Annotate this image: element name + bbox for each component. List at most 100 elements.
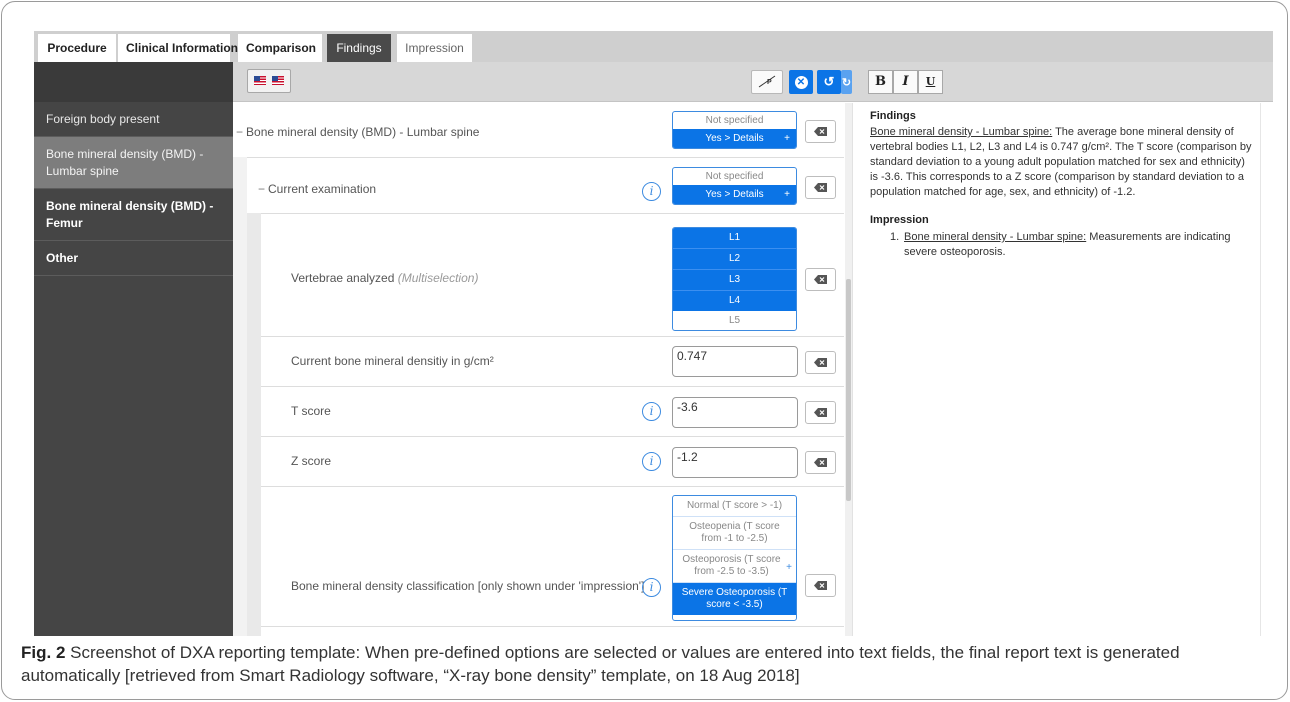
impression-list-item: 1. Bone mineral density - Lumbar spine: … [870,230,1255,260]
redo-icon: ↻ [841,76,852,89]
tab-bar: Procedure Clinical Information Compariso… [34,31,1273,62]
tab-comparison[interactable]: Comparison [238,34,322,62]
tab-findings[interactable]: Findings [327,34,391,62]
yes-no-select[interactable]: Not specified Yes > Details + [672,167,797,205]
clear-button[interactable] [805,574,836,597]
underline-button[interactable]: U [918,70,943,94]
sidebar: Foreign body present Bone mineral densit… [34,62,233,636]
us-flag-icon [272,76,284,85]
bold-button[interactable]: B [868,70,893,94]
editor-toolbar: B I U [852,62,1273,102]
impression-heading: Impression [870,214,929,226]
figure-caption: Fig. 2 Screenshot of DXA reporting templ… [21,641,1271,687]
tab-clinical-information[interactable]: Clinical Information [118,34,238,62]
undo-button[interactable]: ↺ [817,70,841,94]
collapse-icon[interactable]: − [258,182,265,196]
report-editor[interactable]: Findings Bone mineral density - Lumbar s… [852,103,1273,636]
sidebar-header [34,62,233,102]
row-label: Z score [291,454,332,468]
signature-button[interactable]: P [751,70,783,94]
sidebar-item-bmd-femur[interactable]: Bone mineral density (BMD) - Femur [34,189,233,241]
sidebar-item-other[interactable]: Other [34,241,233,276]
form-scrollbar-thumb[interactable] [846,279,851,501]
cancel-icon: ✕ [794,75,808,89]
language-toggle-button[interactable] [247,69,291,93]
clear-icon [814,408,827,417]
row-label: Bone mineral density classification [onl… [291,579,645,593]
clear-button[interactable] [805,176,836,199]
impression-number: 1. [890,231,900,243]
option-l3[interactable]: L3 [673,270,796,291]
row-z-score: Z score [291,454,331,468]
info-icon[interactable]: i [642,578,661,597]
option-yes-details[interactable]: Yes > Details + [673,129,796,148]
us-flag-icon [254,76,266,85]
option-osteoporosis[interactable]: Osteoporosis (T score from -2.5 to -3.5)… [673,550,796,583]
option-l1[interactable]: L1 [673,228,796,249]
option-not-specified[interactable]: Not specified [673,112,796,129]
clear-button[interactable] [805,120,836,143]
option-label: Yes > Details [705,189,764,200]
row-label: Bone mineral density (BMD) - Lumbar spin… [246,125,480,139]
row-note: (Multiselection) [397,271,479,285]
option-yes-details[interactable]: Yes > Details + [673,185,796,204]
impression-link: Bone mineral density - Lumbar spine: [904,231,1087,243]
clear-icon [814,127,827,136]
option-l2[interactable]: L2 [673,249,796,270]
findings-heading: Findings [870,110,916,122]
findings-paragraph: Bone mineral density - Lumbar spine: The… [870,125,1255,200]
option-osteopenia[interactable]: Osteopenia (T score from -1 to -2.5) [673,517,796,550]
cancel-button[interactable]: ✕ [789,70,813,94]
caption-text: Screenshot of DXA reporting template: Wh… [21,643,1180,685]
row-label: Vertebrae analyzed [291,271,395,285]
findings-link: Bone mineral density - Lumbar spine: [870,126,1053,138]
classification-select[interactable]: Normal (T score > -1) Osteopenia (T scor… [672,495,797,621]
form-toolbar: P ✕ ↺ ↻ [233,62,852,102]
t-score-input[interactable]: -3.6 [672,397,798,428]
info-icon[interactable]: i [642,182,661,201]
undo-icon: ↺ [823,74,835,89]
svg-text:P: P [767,79,772,86]
figure-frame: Procedure Clinical Information Compariso… [1,1,1288,700]
indent-strip [247,213,261,636]
tab-procedure[interactable]: Procedure [38,34,116,62]
clear-button[interactable] [805,268,836,291]
clear-icon [814,275,827,284]
row-t-score: T score [291,404,331,418]
option-l5[interactable]: L5 [673,311,796,330]
row-current-examination: − Current examination [258,182,376,196]
option-normal[interactable]: Normal (T score > -1) [673,496,796,517]
plus-icon: + [784,133,790,144]
row-label: T score [291,404,331,418]
redo-button[interactable]: ↻ [841,70,852,94]
vertebrae-multiselect[interactable]: L1 L2 L3 L4 L5 [672,227,797,331]
z-score-input[interactable]: -1.2 [672,447,798,478]
bmd-input[interactable]: 0.747 [672,346,798,377]
row-label: Current examination [268,182,377,196]
option-not-specified[interactable]: Not specified [673,168,796,185]
yes-no-select[interactable]: Not specified Yes > Details + [672,111,797,149]
app-screenshot: Procedure Clinical Information Compariso… [34,31,1273,636]
clear-icon [814,183,827,192]
option-label: Osteoporosis (T score from -2.5 to -3.5) [682,554,781,577]
option-l4[interactable]: L4 [673,291,796,311]
findings-form: − Bone mineral density (BMD) - Lumbar sp… [233,103,844,636]
editor-scrollbar[interactable] [1260,103,1273,636]
clear-button[interactable] [805,451,836,474]
plus-icon: + [786,562,792,573]
italic-button[interactable]: I [893,70,918,94]
indent-strip [233,157,247,636]
row-current-bmd: Current bone mineral densitiy in g/cm² [291,354,494,368]
signature-icon: P [758,75,776,88]
tab-impression[interactable]: Impression [397,34,472,62]
clear-icon [814,581,827,590]
info-icon[interactable]: i [642,452,661,471]
option-severe-osteoporosis[interactable]: Severe Osteoporosis (T score < -3.5) [673,583,796,615]
clear-button[interactable] [805,351,836,374]
info-icon[interactable]: i [642,402,661,421]
collapse-icon[interactable]: − [236,125,243,139]
sidebar-item-foreign-body[interactable]: Foreign body present [34,102,233,137]
clear-button[interactable] [805,401,836,424]
clear-icon [814,358,827,367]
sidebar-item-bmd-lumbar-spine[interactable]: Bone mineral density (BMD) - Lumbar spin… [34,137,233,189]
